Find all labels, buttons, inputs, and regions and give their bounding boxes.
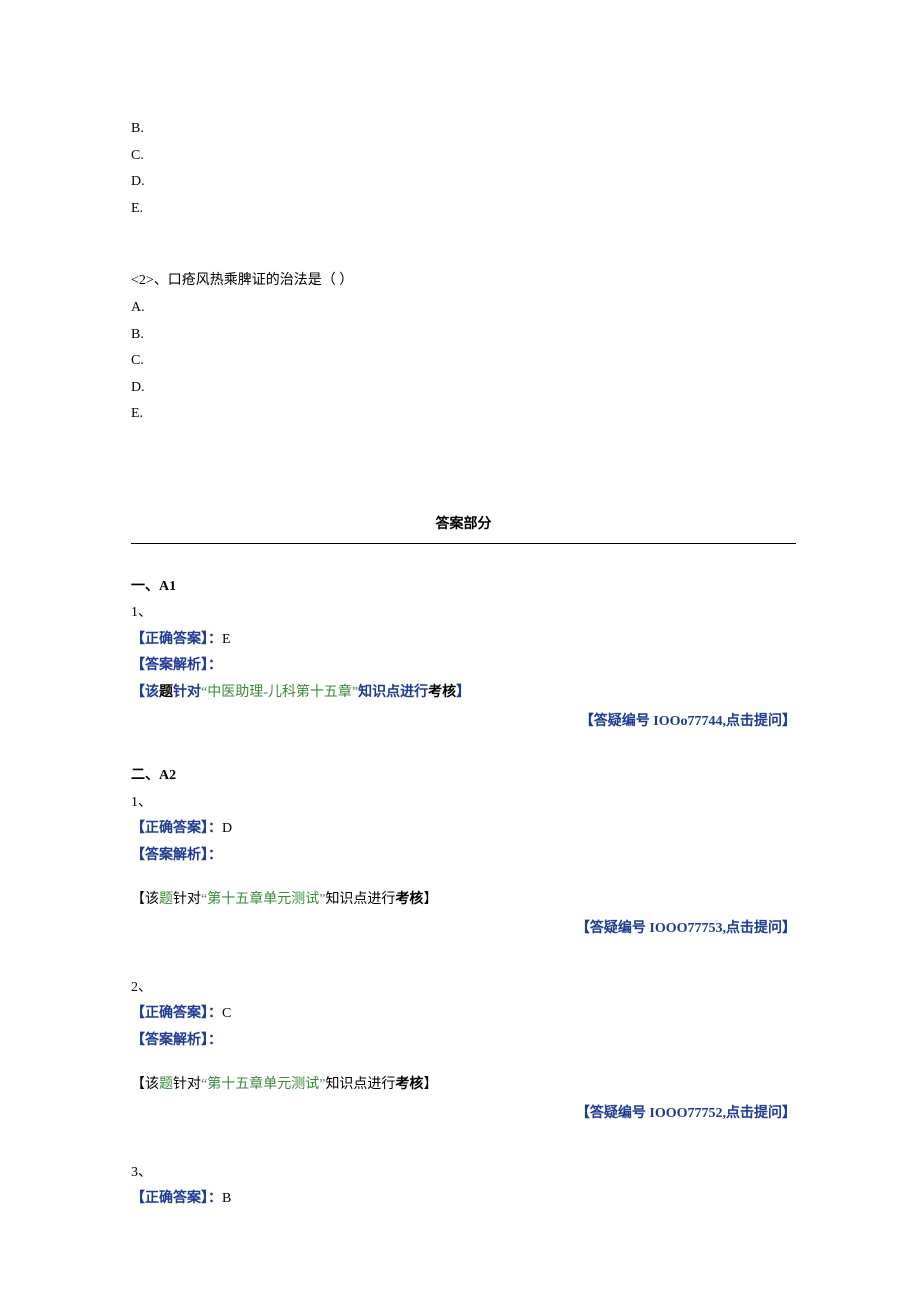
correct-answer-line: 【正确答案】：B [131, 1186, 796, 1213]
ask-suffix: ,点击提问】 [723, 921, 797, 936]
topic-text: 第十五章单元测试 [207, 892, 319, 907]
document-page: B. C. D. E. <2>、口疮风热乘脾证的治法是（ ） A. B. C. … [0, 0, 920, 1213]
answer-analysis-line: 【答案解析】： [131, 1028, 796, 1055]
topic-line: 【该题针对“第十五章单元测试”知识点进行考核】 [131, 1072, 796, 1099]
ask-code: IOOo77744 [653, 714, 722, 729]
option-b: B. [131, 322, 796, 349]
topic-bracket-open: 【该 [131, 892, 159, 907]
correct-answer-line: 【正确答案】：D [131, 816, 796, 843]
section-a2: 二、A2 1、 【正确答案】：D 【答案解析】： 【该题针对“第十五章单元测试”… [131, 763, 796, 1213]
correct-answer-label: 【正确答案】： [131, 821, 222, 836]
topic-word-ti: 题 [159, 892, 173, 907]
ask-code: IOOO77752 [649, 1106, 722, 1121]
option-c: C. [131, 143, 796, 170]
section-title: 一、A1 [131, 574, 796, 601]
topic-word-zhendui: 针对 [173, 685, 201, 700]
ask-prefix: 【答疑编号 [580, 714, 654, 729]
topic-word-ti: 题 [159, 1077, 173, 1092]
ask-question-link[interactable]: 【答疑编号 IOOO77752,点击提问】 [131, 1101, 796, 1128]
topic-bracket-open: 【该 [131, 1077, 159, 1092]
question-2-prompt: <2>、口疮风热乘脾证的治法是（ ） [131, 268, 796, 295]
answer-analysis-label: 【答案解析】： [131, 1033, 222, 1048]
topic-word-zhendui: 针对 [173, 1077, 201, 1092]
spacer [131, 1054, 796, 1072]
option-e: E. [131, 401, 796, 428]
correct-answer-value: B [222, 1191, 231, 1206]
answer-analysis-label: 【答案解析】： [131, 658, 222, 673]
topic-bracket-close: 】 [423, 1077, 437, 1092]
answer-item-number: 2、 [131, 975, 796, 1002]
answer-item-number: 3、 [131, 1160, 796, 1187]
answer-sections: 一、A1 1、 【正确答案】：E 【答案解析】： 【该题针对“中医助理-儿科第十… [131, 574, 796, 1213]
question-2: <2>、口疮风热乘脾证的治法是（ ） A. B. C. D. E. [131, 268, 796, 428]
option-b: B. [131, 116, 796, 143]
option-c: C. [131, 348, 796, 375]
topic-knowledge: 知识点进行 [325, 1077, 395, 1092]
ask-suffix: ,点击提问】 [723, 1106, 797, 1121]
correct-answer-label: 【正确答案】： [131, 1191, 222, 1206]
answer-section-header: 答案部分 [131, 512, 796, 544]
answer-analysis-line: 【答案解析】： [131, 843, 796, 870]
ask-question-link[interactable]: 【答疑编号 IOOO77753,点击提问】 [131, 916, 796, 943]
correct-answer-value: E [222, 632, 231, 647]
section-title: 二、A2 [131, 763, 796, 790]
option-e: E. [131, 196, 796, 223]
topic-knowledge: 知识点进行 [325, 892, 395, 907]
spacer [131, 869, 796, 887]
topic-bracket-close: 】 [423, 892, 437, 907]
answer-item-number: 1、 [131, 790, 796, 817]
correct-answer-label: 【正确答案】： [131, 1006, 222, 1021]
correct-answer-value: D [222, 821, 232, 836]
topic-word-zhendui: 针对 [173, 892, 201, 907]
option-a: A. [131, 295, 796, 322]
correct-answer-value: C [222, 1006, 231, 1021]
answer-section-title: 答案部分 [131, 512, 796, 543]
topic-bracket-close: 】 [456, 685, 470, 700]
spacer [131, 957, 796, 975]
answer-item-number: 1、 [131, 600, 796, 627]
topic-bracket-open: 【该 [131, 685, 159, 700]
correct-answer-label: 【正确答案】： [131, 632, 222, 647]
ask-code: IOOO77753 [649, 921, 722, 936]
topic-line: 【该题针对“第十五章单元测试”知识点进行考核】 [131, 887, 796, 914]
topic-text: 第十五章单元测试 [207, 1077, 319, 1092]
option-d: D. [131, 375, 796, 402]
topic-exam: 考核 [428, 685, 456, 700]
topic-word-ti: 题 [159, 685, 173, 700]
topic-line: 【该题针对“中医助理-儿科第十五章”知识点进行考核】 [131, 680, 796, 707]
option-d: D. [131, 169, 796, 196]
answer-analysis-line: 【答案解析】： [131, 653, 796, 680]
spacer [131, 1142, 796, 1160]
question-2-options: A. B. C. D. E. [131, 295, 796, 428]
question-1-options: B. C. D. E. [131, 116, 796, 222]
ask-prefix: 【答疑编号 [576, 1106, 650, 1121]
section-a1: 一、A1 1、 【正确答案】：E 【答案解析】： 【该题针对“中医助理-儿科第十… [131, 574, 796, 736]
correct-answer-line: 【正确答案】：C [131, 1001, 796, 1028]
topic-knowledge: 知识点进行 [358, 685, 428, 700]
ask-prefix: 【答疑编号 [576, 921, 650, 936]
answer-analysis-label: 【答案解析】： [131, 848, 222, 863]
correct-answer-line: 【正确答案】：E [131, 627, 796, 654]
topic-text: 中医助理-儿科第十五章 [207, 685, 352, 700]
ask-suffix: ,点击提问】 [723, 714, 797, 729]
topic-exam: 考核 [395, 1077, 423, 1092]
ask-question-link[interactable]: 【答疑编号 IOOo77744,点击提问】 [131, 709, 796, 736]
topic-exam: 考核 [395, 892, 423, 907]
divider [131, 543, 796, 544]
